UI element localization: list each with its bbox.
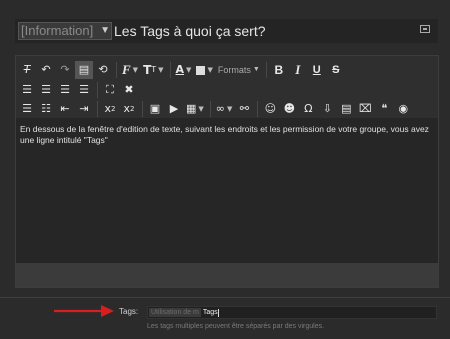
editor-status-bar <box>16 263 438 287</box>
numbered-list-icon[interactable]: ☷ <box>37 100 55 118</box>
toolbar-row-2: ☰ ☰ ☰ ☰ ⛶ ✖ <box>18 80 139 100</box>
justify-icon[interactable]: ☰ <box>75 81 93 99</box>
section-divider <box>0 297 450 298</box>
tags-input[interactable]: Utilisation de m Tags <box>147 306 437 319</box>
chevron-down-icon: ▼ <box>100 25 110 36</box>
font-size-icon[interactable]: T T ▼ <box>141 61 165 79</box>
media-icon[interactable]: ▶ <box>165 100 183 118</box>
toolbar-divider <box>97 82 98 98</box>
text-color-icon[interactable]: A ▼ <box>174 61 194 79</box>
tag-chip[interactable]: Utilisation de m <box>149 308 201 317</box>
spoiler-icon[interactable]: ◉ <box>394 100 412 118</box>
clear-format-icon[interactable]: T <box>18 61 36 79</box>
bullet-list-icon[interactable]: ☰ <box>18 100 36 118</box>
text-cursor <box>217 308 219 317</box>
link-icon[interactable]: ∞ ▼ <box>214 100 235 118</box>
background-color-icon[interactable]: ▼ <box>194 61 214 79</box>
prefix-select[interactable]: [Information] ▼ <box>18 22 112 40</box>
toolbar-divider <box>116 62 117 78</box>
smilie-icon[interactable]: ☺ <box>261 100 279 118</box>
align-right-icon[interactable]: ☰ <box>56 81 74 99</box>
bold-icon[interactable]: B <box>270 61 288 79</box>
toolbar-row-1: T ↶ ↷ ▤ ⟲ F ▼ T T ▼ A ▼ ▼ Formats ▼ B I U S <box>18 60 346 80</box>
thread-title-bar: [Information] ▼ Les Tags à quoi ça sert? <box>15 19 438 43</box>
tags-typed-value: Tags <box>202 309 218 316</box>
toolbar-divider <box>169 62 171 78</box>
draft-icon[interactable]: ▤ <box>337 100 355 118</box>
formats-dropdown[interactable]: Formats ▼ <box>216 61 262 79</box>
keyboard-icon <box>420 25 430 33</box>
strikethrough-icon[interactable]: S <box>327 61 345 79</box>
unlink-icon[interactable]: ⚯ <box>235 100 253 118</box>
emoji-icon[interactable]: ☻ <box>280 100 298 118</box>
rich-text-editor: T ↶ ↷ ▤ ⟲ F ▼ T T ▼ A ▼ ▼ Formats ▼ B I U S ☰… <box>15 55 439 288</box>
underline-icon[interactable]: U <box>308 61 326 79</box>
fullscreen-icon[interactable]: ⛶ <box>101 81 119 99</box>
align-center-icon[interactable]: ☰ <box>37 81 55 99</box>
prefix-value: [Information] <box>21 23 94 38</box>
toolbar-row-3: ☰ ☷ ⇤ ⇥ x2 x2 ▣ ▶ ▦ ▼ ∞ ▼ ⚯ ☺ ☻ Ω ⇩ ▤ ⌧ ❝ … <box>18 99 413 119</box>
toolbar-divider <box>265 62 267 78</box>
italic-icon[interactable]: I <box>289 61 307 79</box>
toolbar-divider <box>142 101 143 117</box>
revert-icon[interactable]: ⟲ <box>94 61 112 79</box>
font-family-icon[interactable]: F ▼ <box>120 61 140 79</box>
bbcode-icon[interactable]: ✖ <box>120 81 138 99</box>
redo-icon[interactable]: ↷ <box>56 61 74 79</box>
editor-content-area[interactable]: En dessous de la fenêtre d'edition de te… <box>16 118 438 264</box>
subscript-icon[interactable]: x2 <box>101 100 119 118</box>
table-icon[interactable]: ▦ ▼ <box>184 100 206 118</box>
superscript-icon[interactable]: x2 <box>120 100 138 118</box>
indent-icon[interactable]: ⇥ <box>75 100 93 118</box>
undo-icon[interactable]: ↶ <box>37 61 55 79</box>
quote-icon[interactable]: ❝ <box>375 100 393 118</box>
red-arrow-icon <box>54 305 114 317</box>
editor-text: En dessous de la fenêtre d'edition de te… <box>20 124 429 145</box>
image-icon[interactable]: ▣ <box>146 100 164 118</box>
formats-label: Formats <box>217 65 251 75</box>
toolbar-divider <box>209 101 211 117</box>
paste-icon[interactable]: ▤ <box>75 61 93 79</box>
insert-icon[interactable]: ⇩ <box>318 100 336 118</box>
align-left-icon[interactable]: ☰ <box>18 81 36 99</box>
toolbar-divider <box>257 101 259 117</box>
editor-toolbar: T ↶ ↷ ▤ ⟲ F ▼ T T ▼ A ▼ ▼ Formats ▼ B I U S ☰… <box>16 56 438 118</box>
thread-title-input[interactable]: Les Tags à quoi ça sert? <box>114 21 266 41</box>
special-char-icon[interactable]: Ω <box>299 100 317 118</box>
tags-hint: Les tags multiples peuvent être séparés … <box>147 323 325 330</box>
tags-label: Tags: <box>119 307 139 316</box>
code-icon[interactable]: ⌧ <box>356 100 374 118</box>
outdent-icon[interactable]: ⇤ <box>56 100 74 118</box>
toolbar-divider <box>97 101 98 117</box>
